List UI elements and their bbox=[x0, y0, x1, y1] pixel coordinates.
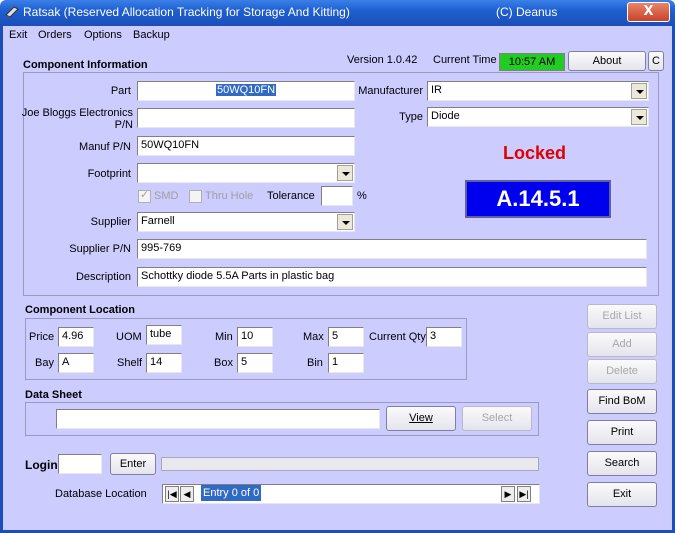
chevron-down-icon bbox=[631, 83, 647, 99]
part-label: Part bbox=[110, 85, 131, 97]
data-sheet-title: Data Sheet bbox=[25, 389, 82, 401]
min-label: Min bbox=[215, 331, 233, 343]
box-input[interactable]: 5 bbox=[237, 353, 273, 373]
type-select[interactable]: Diode bbox=[427, 107, 649, 127]
chevron-down-icon bbox=[337, 214, 353, 230]
previous-record-icon[interactable]: ◀ bbox=[180, 486, 194, 502]
window-credit: (C) Deanus bbox=[496, 5, 558, 19]
description-input[interactable]: Schottky diode 5.5A Parts in plastic bag bbox=[137, 267, 647, 287]
menu-exit[interactable]: Exit bbox=[9, 29, 27, 41]
smd-label: SMD bbox=[154, 190, 179, 202]
login-label: Login bbox=[25, 458, 58, 472]
shelf-input[interactable]: 14 bbox=[146, 353, 182, 373]
version-label: Version 1.0.42 bbox=[347, 54, 418, 66]
search-button[interactable]: Search bbox=[587, 451, 657, 476]
current-time-display: 10:57 AM bbox=[499, 53, 565, 71]
jb-pn-label: Joe Bloggs Electronics P/N bbox=[11, 107, 133, 131]
view-button[interactable]: View bbox=[386, 406, 456, 431]
menu-options[interactable]: Options bbox=[84, 29, 122, 41]
menu-bar: Exit Orders Options Backup bbox=[3, 26, 672, 44]
title-bar: Ratsak (Reserved Allocation Tracking for… bbox=[0, 0, 675, 26]
bin-input[interactable]: 1 bbox=[328, 353, 364, 373]
max-input[interactable]: 5 bbox=[328, 327, 364, 347]
current-qty-label: Current Qty bbox=[369, 331, 426, 343]
location-code-display: A.14.5.1 bbox=[465, 180, 611, 218]
close-icon: X bbox=[643, 4, 654, 19]
current-qty-input[interactable]: 3 bbox=[426, 327, 462, 347]
select-button[interactable]: Select bbox=[462, 406, 532, 431]
database-location-label: Database Location bbox=[55, 488, 147, 500]
enter-button[interactable]: Enter bbox=[110, 453, 156, 475]
locked-status: Locked bbox=[503, 143, 567, 163]
app-icon bbox=[5, 6, 19, 18]
exit-button[interactable]: Exit bbox=[587, 482, 657, 507]
smd-checkbox[interactable] bbox=[138, 188, 151, 203]
supplier-pn-input[interactable]: 995-769 bbox=[137, 239, 647, 259]
component-location-title: Component Location bbox=[25, 304, 135, 316]
supplier-select[interactable]: Farnell bbox=[137, 212, 355, 232]
app-window: Exit Orders Options Backup Version 1.0.4… bbox=[0, 26, 675, 533]
about-button[interactable]: About bbox=[568, 51, 646, 71]
shelf-label: Shelf bbox=[117, 357, 143, 369]
supplier-value: Farnell bbox=[141, 215, 175, 227]
footprint-select[interactable] bbox=[137, 163, 355, 183]
bay-input[interactable]: A bbox=[58, 353, 94, 373]
menu-orders[interactable]: Orders bbox=[38, 29, 72, 41]
component-info-title: Component Information bbox=[23, 59, 148, 71]
manuf-pn-label: Manuf P/N bbox=[79, 141, 131, 153]
price-input[interactable]: 4.96 bbox=[58, 327, 94, 347]
first-record-icon[interactable]: |◀ bbox=[165, 486, 179, 502]
chevron-down-icon bbox=[631, 109, 647, 125]
tolerance-input[interactable] bbox=[321, 186, 353, 206]
manuf-pn-input[interactable]: 50WQ10FN bbox=[137, 136, 355, 156]
jb-pn-label-line2: P/N bbox=[114, 119, 133, 131]
next-record-icon[interactable]: ▶ bbox=[501, 486, 515, 502]
thru-hole-checkbox[interactable] bbox=[189, 190, 202, 203]
menu-backup[interactable]: Backup bbox=[133, 29, 170, 41]
uom-input[interactable]: tube bbox=[146, 325, 182, 345]
bin-label: Bin bbox=[307, 357, 323, 369]
chevron-down-icon bbox=[337, 165, 353, 181]
tolerance-label: Tolerance bbox=[267, 190, 315, 202]
max-label: Max bbox=[303, 331, 324, 343]
min-input[interactable]: 10 bbox=[237, 327, 273, 347]
manufacturer-value: IR bbox=[431, 84, 442, 96]
window-title: Ratsak (Reserved Allocation Tracking for… bbox=[23, 5, 350, 19]
progress-bar bbox=[161, 457, 539, 471]
type-value: Diode bbox=[431, 110, 460, 122]
last-record-icon[interactable]: ▶| bbox=[517, 486, 531, 502]
delete-button[interactable]: Delete bbox=[587, 359, 657, 384]
edit-list-button[interactable]: Edit List bbox=[587, 304, 657, 329]
current-time-label: Current Time bbox=[433, 54, 497, 66]
entry-indicator: Entry 0 of 0 bbox=[201, 485, 262, 501]
description-label: Description bbox=[75, 271, 131, 283]
manufacturer-select[interactable]: IR bbox=[427, 81, 649, 101]
add-button[interactable]: Add bbox=[587, 332, 657, 357]
thru-hole-label: Thru Hole bbox=[205, 190, 254, 202]
login-input[interactable] bbox=[58, 454, 102, 474]
uom-label: UOM bbox=[116, 331, 142, 343]
c-button[interactable]: C bbox=[648, 51, 664, 71]
bay-label: Bay bbox=[35, 357, 54, 369]
price-label: Price bbox=[29, 331, 55, 343]
database-navigator: |◀ ◀ Entry 0 of 0 ▶ ▶| bbox=[162, 484, 540, 504]
supplier-label: Supplier bbox=[90, 216, 131, 228]
part-input[interactable]: 50WQ10FN bbox=[137, 81, 355, 101]
part-value: 50WQ10FN bbox=[215, 84, 277, 96]
type-label: Type bbox=[399, 111, 423, 123]
close-button[interactable]: X bbox=[627, 2, 670, 22]
manufacturer-label: Manufacturer bbox=[358, 85, 423, 97]
data-sheet-path-input[interactable] bbox=[56, 409, 380, 429]
jb-pn-input[interactable] bbox=[137, 108, 355, 128]
print-button[interactable]: Print bbox=[587, 420, 657, 445]
find-bom-button[interactable]: Find BoM bbox=[587, 389, 657, 414]
footprint-label: Footprint bbox=[87, 168, 131, 180]
percent-label: % bbox=[357, 190, 367, 202]
box-label: Box bbox=[214, 357, 233, 369]
jb-pn-label-line1: Joe Bloggs Electronics bbox=[21, 107, 133, 119]
supplier-pn-label: Supplier P/N bbox=[69, 243, 131, 255]
